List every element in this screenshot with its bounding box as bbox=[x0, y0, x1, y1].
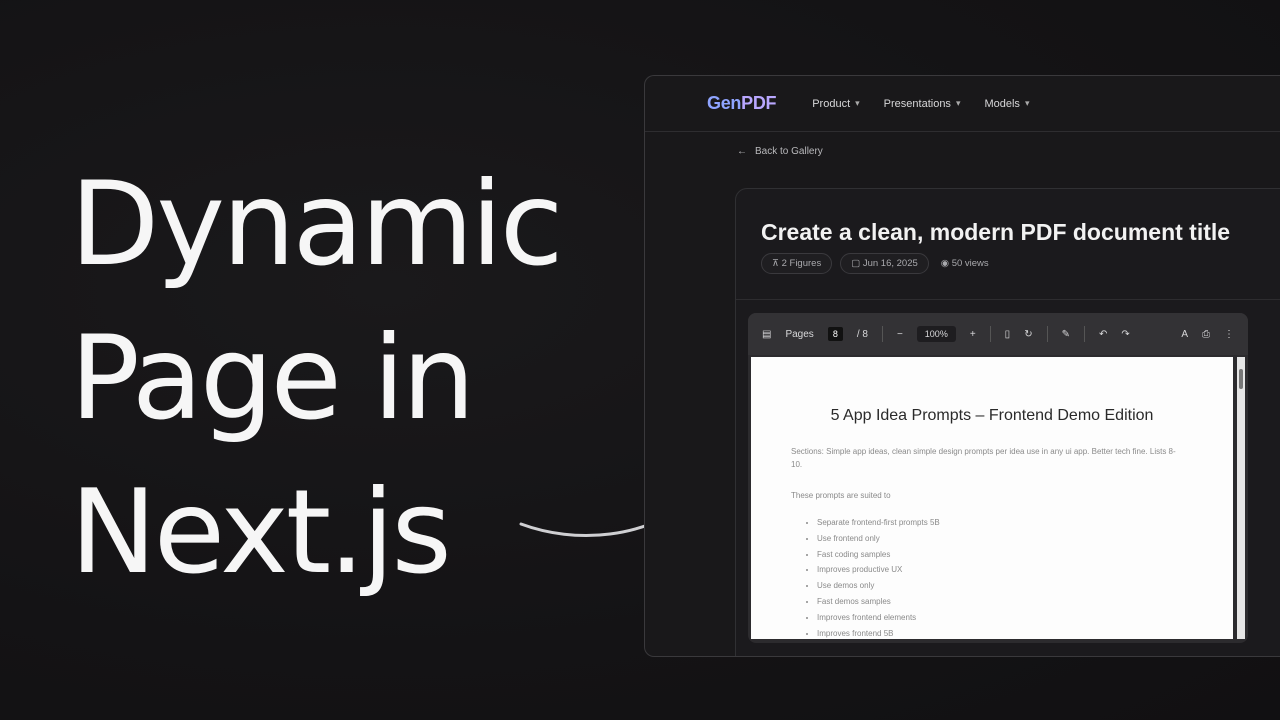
headline-line: Next.js bbox=[70, 465, 452, 600]
fit-page-icon[interactable]: ▯ bbox=[1005, 329, 1011, 340]
figures-chip: ⊼ 2 Figures bbox=[761, 253, 833, 274]
back-to-gallery-link[interactable]: ← Back to Gallery bbox=[737, 146, 823, 157]
views-count: ◉ 50 views bbox=[940, 258, 989, 269]
list-item: Improves frontend 5B bbox=[817, 626, 940, 642]
print-icon[interactable]: ⎙ bbox=[1202, 329, 1210, 340]
page-number-input[interactable]: 8 bbox=[827, 327, 843, 341]
list-item: Separate frontend-first prompts 5B bbox=[817, 515, 940, 531]
logo[interactable]: GenPDF bbox=[707, 93, 777, 114]
zoom-level[interactable]: 100% bbox=[916, 326, 956, 342]
divider bbox=[989, 326, 991, 342]
arrow-left-icon: ← bbox=[737, 146, 747, 157]
scrollbar[interactable] bbox=[1237, 357, 1245, 639]
logo-prefix: Gen bbox=[707, 93, 742, 113]
headline-line: Page in bbox=[70, 311, 475, 446]
draw-icon[interactable]: ✎ bbox=[1062, 329, 1070, 340]
zoom-out-icon[interactable]: − bbox=[897, 329, 903, 340]
back-link-label: Back to Gallery bbox=[755, 146, 823, 157]
chevron-down-icon: ▾ bbox=[955, 98, 961, 108]
nav-item-label: Presentations bbox=[883, 97, 951, 110]
list-item: Fast coding samples bbox=[817, 547, 940, 563]
list-item: Fast demos samples bbox=[817, 594, 940, 610]
chevron-down-icon: ▾ bbox=[855, 98, 860, 108]
redo-icon[interactable]: ↷ bbox=[1121, 329, 1129, 340]
pages-label: Pages bbox=[785, 328, 814, 340]
sidebar-toggle-icon[interactable]: ▤ bbox=[762, 329, 771, 340]
divider bbox=[736, 299, 1280, 300]
page-total: / 8 bbox=[856, 328, 868, 340]
metadata-row: ⊼ 2 Figures ▢ Jun 16, 2025 ◉ 50 views bbox=[761, 253, 989, 274]
text-icon[interactable]: A bbox=[1181, 329, 1188, 340]
rotate-icon[interactable]: ↻ bbox=[1024, 329, 1032, 340]
list-item: Use demos only bbox=[817, 578, 940, 594]
document-intro: Sections: Simple app ideas, clean simple… bbox=[791, 447, 1176, 469]
divider bbox=[1083, 326, 1085, 342]
zoom-in-icon[interactable]: + bbox=[970, 329, 976, 340]
document-subheading: These prompts are suited to bbox=[791, 491, 891, 500]
nav-item-product[interactable]: Product ▾ bbox=[812, 98, 859, 110]
document-title: 5 App Idea Prompts – Frontend Demo Editi… bbox=[830, 407, 1154, 424]
undo-icon[interactable]: ↶ bbox=[1099, 329, 1107, 340]
pdf-viewer: ▤ Pages 8 / 8 − 100% + ▯ ↻ ✎ ↶ ↷ A ⎙ ⋮ 5… bbox=[748, 313, 1248, 643]
headline-line: Dynamic bbox=[70, 157, 564, 292]
scrollbar-thumb[interactable] bbox=[1239, 369, 1243, 389]
top-navbar: GenPDF Product ▾ Presentations ▾ Models … bbox=[645, 76, 1280, 132]
pdf-toolbar: ▤ Pages 8 / 8 − 100% + ▯ ↻ ✎ ↶ ↷ A ⎙ ⋮ bbox=[748, 313, 1248, 355]
chevron-down-icon: ▾ bbox=[1024, 98, 1030, 108]
document-list: Separate frontend-first prompts 5B Use f… bbox=[817, 515, 940, 641]
app-window: GenPDF Product ▾ Presentations ▾ Models … bbox=[644, 75, 1280, 657]
page-title: Create a clean, modern PDF document titl… bbox=[761, 219, 1231, 245]
list-item: Improves productive UX bbox=[817, 562, 940, 578]
pdf-page: 5 App Idea Prompts – Frontend Demo Editi… bbox=[751, 357, 1233, 639]
logo-suffix: PDF bbox=[741, 93, 777, 113]
date-chip-label: Jun 16, 2025 bbox=[862, 258, 918, 269]
list-item: Use frontend only bbox=[817, 531, 940, 547]
nav-item-models[interactable]: Models ▾ bbox=[984, 98, 1029, 110]
divider bbox=[1046, 326, 1048, 342]
date-chip: ▢ Jun 16, 2025 bbox=[840, 253, 929, 274]
views-count-label: 50 views bbox=[951, 258, 989, 269]
nav-item-label: Models bbox=[984, 97, 1020, 110]
document-card: Create a clean, modern PDF document titl… bbox=[735, 188, 1280, 656]
list-item: Improves frontend elements bbox=[817, 610, 940, 626]
figures-chip-label: 2 Figures bbox=[781, 258, 822, 269]
nav-item-presentations[interactable]: Presentations ▾ bbox=[884, 98, 961, 110]
nav-item-label: Product bbox=[812, 97, 851, 110]
more-options-icon[interactable]: ⋮ bbox=[1224, 329, 1234, 340]
divider bbox=[881, 326, 883, 342]
hero-headline: Dynamic Page in Next.js bbox=[70, 148, 564, 610]
